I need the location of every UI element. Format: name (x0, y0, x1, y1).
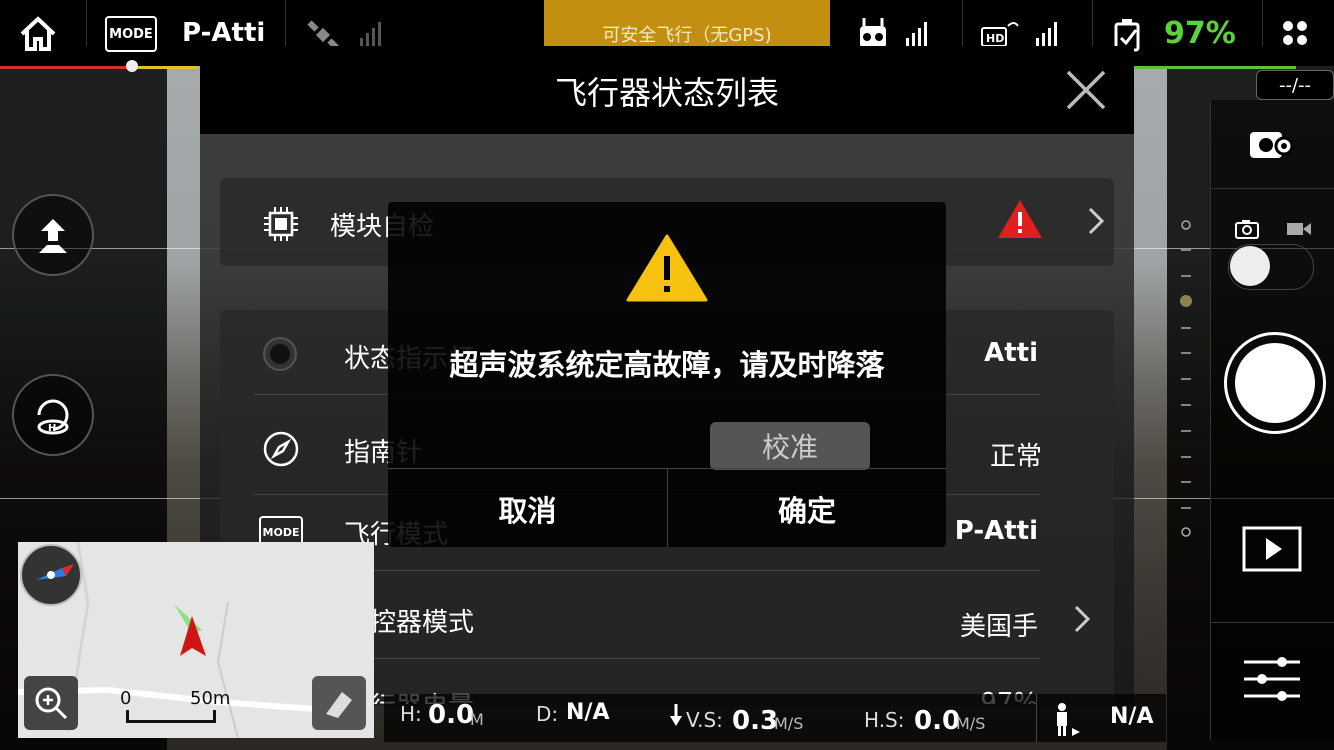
person-distance-value: N/A (1110, 704, 1154, 729)
return-home-icon: H (37, 399, 69, 435)
shutter-button[interactable] (1224, 332, 1326, 434)
separator (1036, 694, 1037, 742)
map-layers-button[interactable] (312, 676, 366, 730)
mode-badge[interactable]: MODE (105, 16, 157, 52)
exposure-scale (1180, 220, 1192, 540)
confirm-button[interactable]: 确定 (668, 488, 946, 530)
separator (1210, 498, 1334, 499)
separator (1092, 0, 1093, 46)
status-light-icon (262, 336, 298, 372)
svg-text:HD: HD (986, 32, 1004, 45)
alert-message: 超声波系统定高故障，请及时降落 (449, 348, 885, 382)
warning-red-icon (996, 198, 1044, 240)
hd-signal-bars (1036, 20, 1057, 46)
zoom-in-icon (35, 687, 68, 720)
warning-icon (626, 234, 708, 302)
gimbal-readout: --/-- (1256, 70, 1334, 100)
remote-signal-icon (856, 16, 892, 50)
compass-icon (262, 430, 300, 468)
home-icon[interactable] (18, 14, 58, 54)
eraser-icon (326, 692, 352, 718)
menu-dots-icon[interactable] (1280, 18, 1312, 50)
separator (1262, 0, 1263, 46)
scale-bar (126, 710, 216, 723)
modal-title: 飞行器状态列表 (554, 74, 779, 112)
minimap-compass-icon[interactable] (20, 544, 82, 606)
toggle-knob[interactable] (1230, 246, 1270, 286)
takeoff-icon (39, 219, 67, 253)
vertical-speed-icon (668, 702, 684, 728)
height-value: 0.0 (428, 700, 475, 730)
aircraft-arrow-icon (172, 600, 216, 662)
zoom-in-button[interactable] (24, 676, 78, 730)
hs-value: 0.0 (914, 706, 961, 736)
takeoff-button[interactable] (12, 194, 94, 276)
separator (1210, 188, 1334, 189)
chevron-right-icon[interactable] (1072, 604, 1092, 634)
cancel-button[interactable]: 取消 (388, 488, 667, 530)
close-icon[interactable] (1064, 68, 1108, 112)
remote-signal-bars (906, 20, 927, 46)
camera-settings-icon[interactable] (1248, 124, 1296, 164)
camera-sliders-icon[interactable] (1242, 654, 1302, 704)
scale-start: 0 (120, 688, 132, 709)
hd-signal-icon: HD (980, 18, 1020, 48)
scale-end: 50m (190, 688, 231, 709)
chevron-right-icon[interactable] (1086, 206, 1106, 236)
calibrate-button[interactable]: 校准 (710, 422, 870, 470)
flight-mode-label[interactable]: P-Atti (182, 18, 265, 48)
distance-label: D: (536, 702, 559, 726)
vs-value: 0.3 (732, 706, 779, 736)
playback-icon[interactable] (1242, 526, 1302, 572)
svg-text:H: H (48, 423, 56, 434)
separator (86, 0, 87, 46)
return-home-button[interactable]: H (12, 374, 94, 456)
row-value: 美国手 (959, 612, 1038, 642)
height-unit: M (470, 710, 484, 729)
battery-bar-green (1130, 66, 1296, 69)
hs-label: H.S: (864, 708, 905, 732)
separator (962, 0, 963, 46)
distance-value: N/A (566, 700, 610, 725)
person-distance-icon (1052, 702, 1084, 738)
hs-unit: M/S (956, 714, 986, 733)
distance-bar-yellow (132, 66, 198, 69)
distance-bar-red (0, 66, 132, 69)
aircraft-position-dot (126, 60, 138, 72)
separator (285, 0, 286, 46)
photo-mode-icon[interactable] (1234, 218, 1260, 240)
video-mode-icon[interactable] (1286, 220, 1312, 238)
gps-signal-icon (360, 20, 381, 46)
chip-icon (262, 205, 300, 243)
separator (1210, 622, 1334, 623)
battery-percent: 97% (1164, 16, 1236, 51)
height-label: H: (400, 702, 422, 726)
vs-label: V.S: (686, 708, 723, 732)
vs-unit: M/S (774, 714, 804, 733)
